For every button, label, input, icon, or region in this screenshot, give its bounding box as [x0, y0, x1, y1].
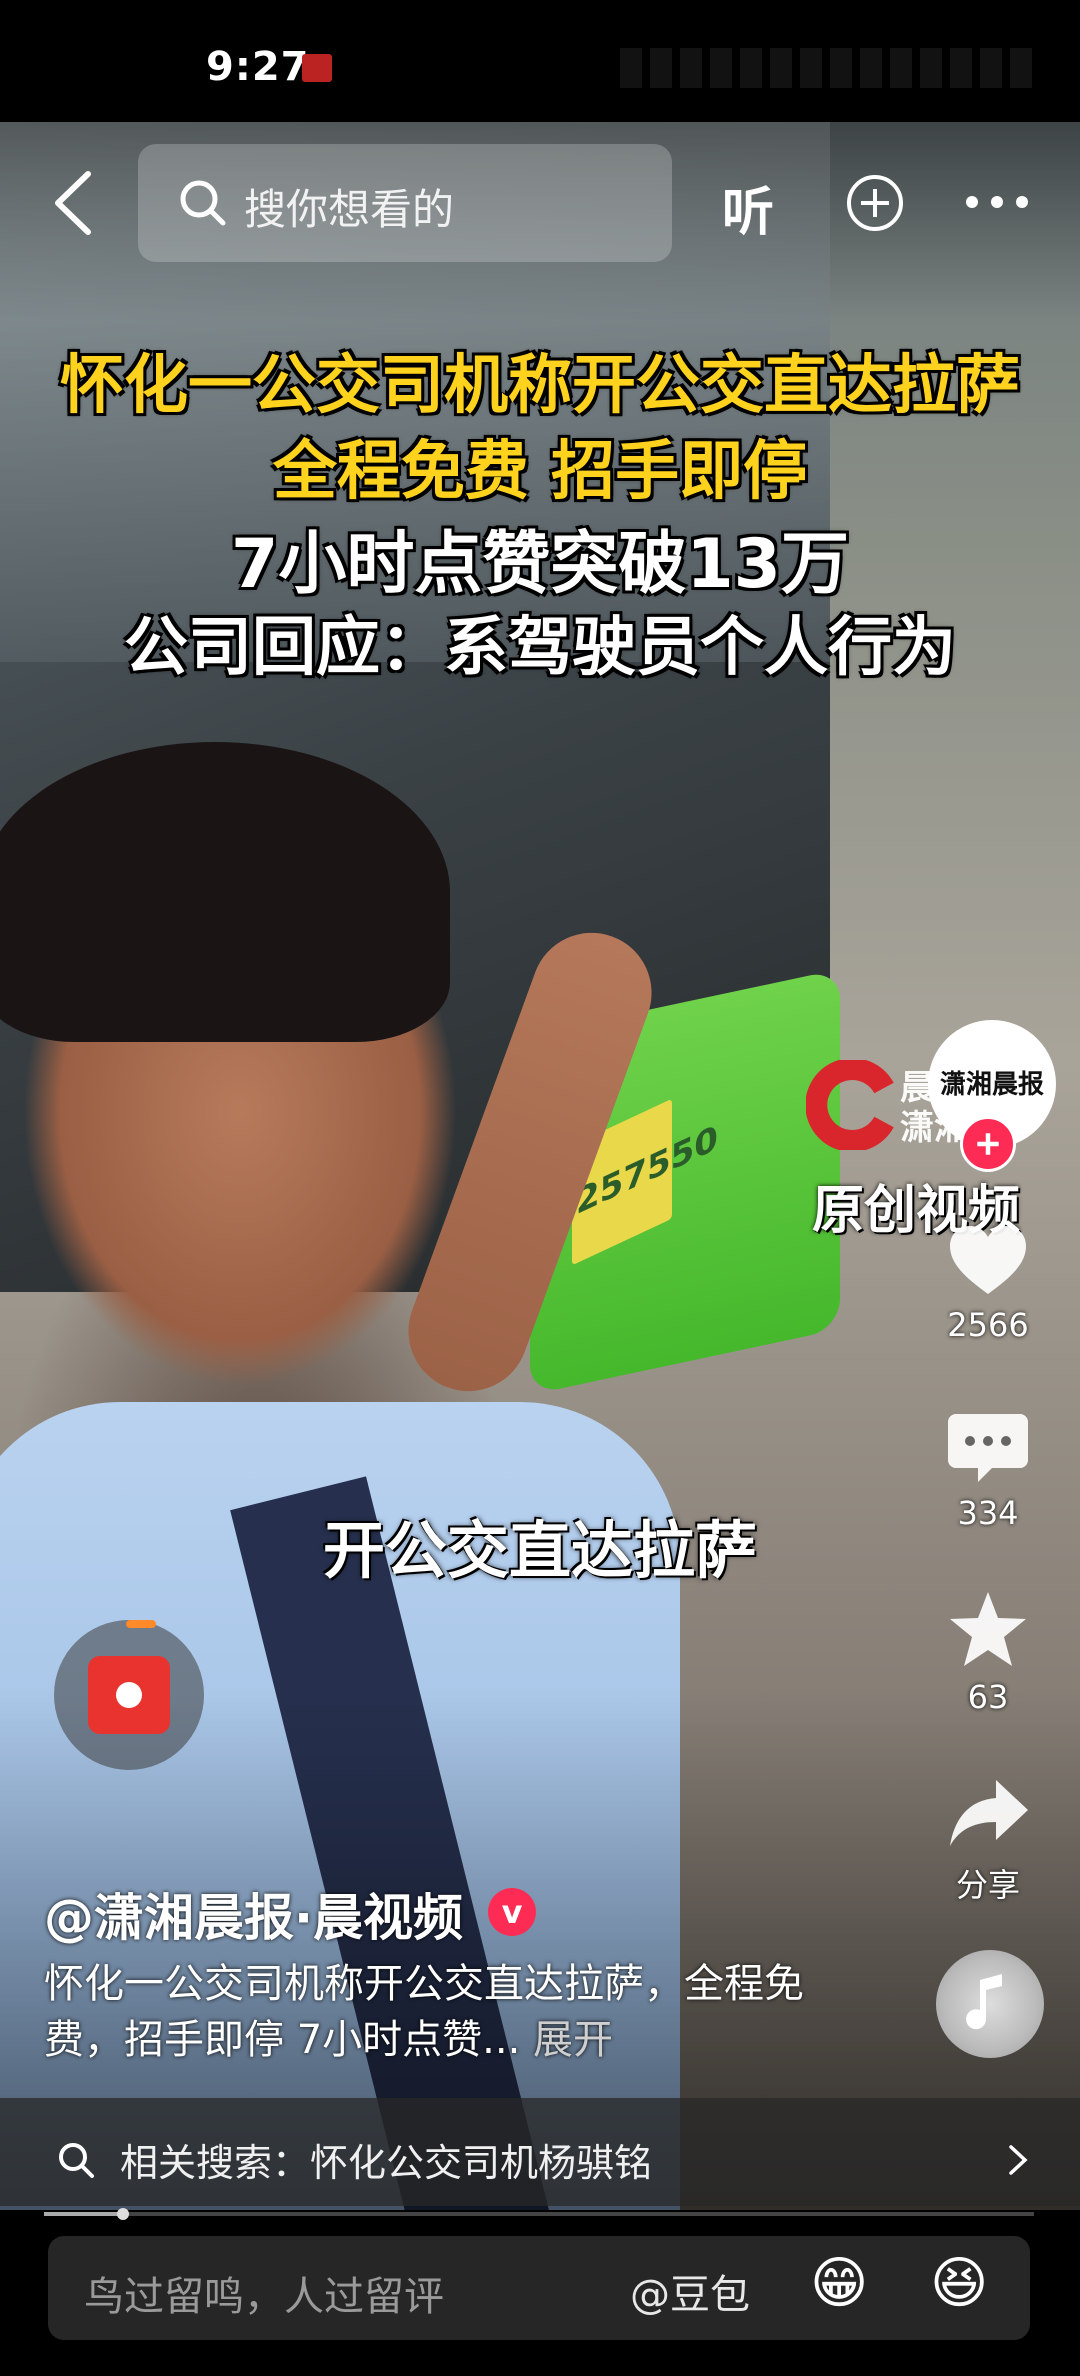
- headline-line-3: 7小时点赞突破13万: [231, 525, 849, 604]
- related-search-text: 相关搜索：怀化公交司机杨骐铭: [120, 2141, 653, 2185]
- favorite-button[interactable]: 63: [918, 1590, 1058, 1716]
- search-icon: [180, 180, 226, 226]
- emoji-grin-button[interactable]: 😁: [810, 2254, 868, 2314]
- add-icon[interactable]: [846, 174, 904, 232]
- comment-icon: [948, 1414, 1028, 1482]
- emoji-laugh-button[interactable]: 😆: [930, 2254, 988, 2314]
- comment-count: 334: [957, 1494, 1019, 1532]
- status-bar: 9:27: [0, 0, 1080, 122]
- like-button[interactable]: 2566: [918, 1222, 1058, 1344]
- red-packet-icon: [88, 1656, 170, 1734]
- related-search-icon: [59, 2143, 94, 2178]
- share-button[interactable]: 分享: [918, 1776, 1058, 1906]
- driver-hair: [0, 742, 450, 1042]
- progress-handle[interactable]: [117, 2208, 130, 2220]
- share-label: 分享: [955, 1866, 1020, 1904]
- red-packet-button[interactable]: [54, 1620, 204, 1770]
- headline-line-4: 公司回应：系驾驶员个人行为: [124, 611, 956, 685]
- music-disc[interactable]: [936, 1950, 1044, 2058]
- avatar-text: 潇湘晨报: [939, 1070, 1044, 1100]
- back-icon[interactable]: [48, 168, 100, 238]
- description-text: 怀化一公交司机称开公交直达拉萨，全程免费，招手即停 7小时点赞...: [44, 1961, 804, 2063]
- progress-track[interactable]: [44, 2212, 1034, 2216]
- progress-fill: [44, 2212, 124, 2216]
- music-icon: [966, 1974, 1002, 2030]
- headline-line-2: 全程免费 招手即停: [272, 435, 808, 509]
- star-icon: [950, 1592, 1026, 1666]
- expand-link[interactable]: 展开: [533, 2017, 613, 2063]
- favorite-count: 63: [967, 1678, 1009, 1716]
- video-description[interactable]: 怀化一公交司机称开公交直达拉萨，全程免费，招手即停 7小时点赞... 展开: [44, 1956, 824, 2068]
- mention-button[interactable]: @豆包: [630, 2262, 750, 2320]
- like-count: 2566: [947, 1306, 1029, 1344]
- status-indicators: [620, 48, 1040, 88]
- search-placeholder: 搜你想看的: [244, 185, 455, 234]
- heart-icon: [950, 1226, 1026, 1294]
- more-icon[interactable]: [964, 194, 1030, 210]
- red-packet-timer: [126, 1620, 156, 1628]
- verified-badge: v: [488, 1888, 536, 1936]
- author-name[interactable]: @潇湘晨报·晨视频: [44, 1878, 463, 1950]
- headline-line-1: 怀化一公交司机称开公交直达拉萨: [60, 349, 1020, 423]
- channel-logo-icon: [806, 1060, 894, 1150]
- red-packet-seal: [116, 1682, 142, 1708]
- comment-button[interactable]: 334: [918, 1410, 1058, 1532]
- share-icon: [950, 1780, 1028, 1846]
- chevron-right-icon: [1009, 2145, 1028, 2175]
- follow-button[interactable]: [960, 1116, 1016, 1172]
- listen-button[interactable]: 听: [722, 170, 774, 245]
- comment-placeholder: 鸟过留鸣，人过留评: [84, 2274, 444, 2320]
- notification-app-icon: [302, 54, 332, 82]
- status-time: 9:27: [206, 44, 310, 90]
